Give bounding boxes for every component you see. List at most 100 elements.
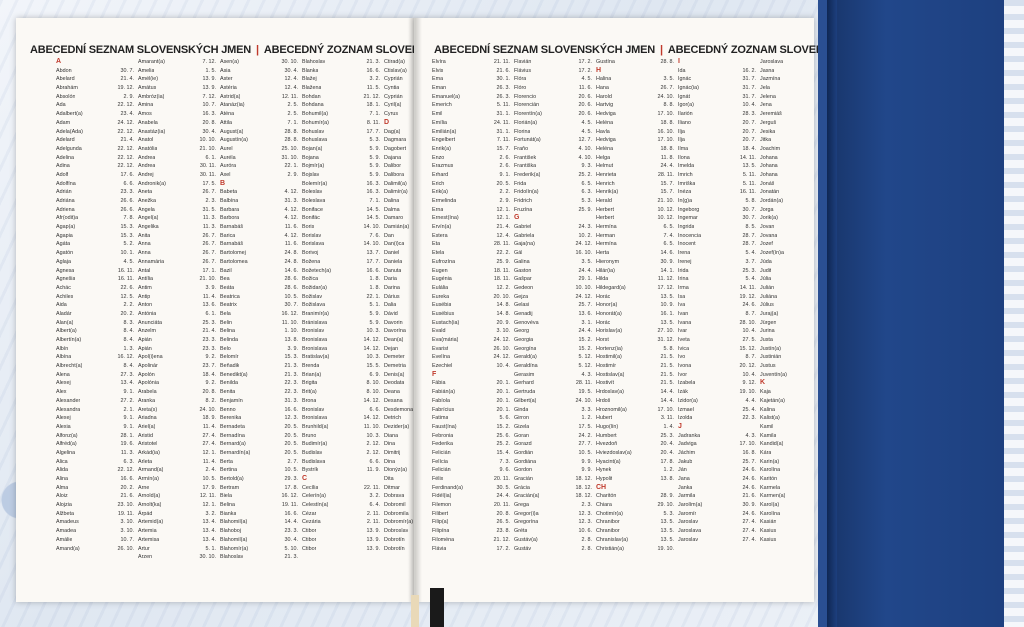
name-entry: Georgia 15. 2. (514, 336, 592, 345)
name-day-date: 20. 1. (496, 389, 511, 396)
name-entry: Alex 9. 1. (56, 388, 134, 397)
name-entry: Herbert 10. 12. (596, 214, 674, 223)
name-day-date: 14. 12. (363, 415, 381, 422)
name-entry: Frederik(a) 25. 2. (514, 171, 592, 180)
name-entry: Ida 16. 2. (678, 67, 756, 76)
name-day-date: 26. 7. (202, 258, 217, 265)
name-entry: Antal 17. 1. (138, 267, 216, 276)
name-day-date: 17. 10. (657, 406, 675, 413)
name-entry: Axel 2. 9. (220, 171, 298, 180)
name-entry: Boris 14. 10. (302, 223, 380, 232)
name-day-date: 14. 12. (363, 337, 381, 343)
name-entry: Hedviga 17. 10. (596, 110, 674, 119)
name-entry: Ivar 10. 4. (678, 327, 756, 336)
name-text: Bránislava (302, 319, 328, 326)
name-entry: Barnabáš 11. 6. (220, 223, 298, 232)
name-entry: Erazmus 2. 6. (432, 162, 510, 171)
name-text: Jurina (760, 328, 775, 335)
name-entry: Aglaja 4. 5. (56, 258, 134, 267)
name-entry: Jaromír 24. 6. (678, 510, 756, 519)
name-entry: Adela(Ada) 22. 12. (56, 128, 134, 137)
name-entry: Gaston 24. 4. (514, 267, 592, 276)
name-day-date: 8. 4. (123, 363, 135, 370)
name-day-date: 15. 7. (660, 180, 675, 187)
name-text: Galina (514, 258, 530, 265)
name-entry: Blažej 3. 2. (302, 75, 380, 84)
name-entry: Ambróz(ia) 7. 12. (138, 93, 216, 102)
name-day-date: 12. 11. (281, 93, 298, 100)
name-text: Celestín(a) (302, 502, 329, 509)
name-text: Brona (302, 397, 317, 404)
name-day-date: 6. 4. (369, 502, 381, 509)
name-column: Elvíra 21. 11. Elvis 21. 6. Ema 30. 1. Eman 26.… (432, 58, 510, 553)
name-text: Daria (384, 276, 397, 283)
name-entry: Ariel(a) 11. 4. (138, 423, 216, 432)
name-entry: Adriána 26. 6. (56, 197, 134, 206)
name-day-date: 11. 10. (363, 423, 380, 430)
name-text: Eugénia (432, 276, 452, 283)
name-day-date: 23. 3. (284, 528, 299, 535)
name-text: Alina (56, 476, 68, 482)
name-text: Agatón (56, 250, 74, 257)
name-text: Irenej (678, 258, 692, 265)
name-text: Iliano (678, 119, 691, 126)
name-entry: In(g)a 5. 8. (678, 197, 756, 206)
name-day-date: 22. 12. (117, 154, 135, 161)
name-entry: Hyacint(a) 17. 8. (596, 458, 674, 467)
name-text: Dimitrij (384, 449, 401, 456)
name-day-date: 11. 4. (202, 293, 216, 300)
name-entry: Belin 11. 10. (220, 319, 298, 328)
name-text: Božislava (302, 302, 326, 309)
name-day-date: 11. 4. (202, 423, 216, 430)
name-text: Karmela (760, 484, 781, 491)
name-entry: Jarolím(a) 30. 9. (678, 501, 756, 510)
name-text: Gordon (514, 467, 532, 474)
name-text: Hrdoš (596, 397, 611, 404)
name-entry: Gelasi 25. 7. (514, 301, 592, 310)
name-entry: Budislava 6. 6. (302, 458, 380, 467)
name-entry: Blahomil(a) 30. 4. (220, 536, 298, 545)
name-entry: Ema 30. 1. (432, 75, 510, 84)
name-day-date: 15. 3. (284, 354, 299, 361)
name-text: Aténa (220, 111, 235, 118)
name-text: Anna (138, 250, 151, 257)
name-entry: Budislav 2. 12. (302, 449, 380, 458)
name-text: Ivar (678, 328, 687, 335)
name-day-date: 10. 2. (578, 232, 593, 239)
name-text: Boris (302, 224, 315, 231)
name-text: Chranibor (596, 519, 620, 526)
name-entry: Bertold(a) 29. 3. (220, 475, 298, 484)
name-day-date: 19. 12. (739, 293, 757, 300)
name-entry: Belo 3. 9. (220, 345, 298, 354)
name-day-date: 17. 12. (657, 284, 675, 291)
name-text: Deana (384, 389, 400, 396)
name-text: Aurel (220, 145, 233, 152)
name-text: Apolón (138, 371, 155, 378)
name-day-date: 30. 4. (284, 67, 299, 74)
name-day-date: 20. 2. (120, 310, 135, 317)
name-text: Ivo (678, 354, 686, 361)
name-day-date: 8. 2. (205, 397, 217, 404)
name-entry: Apián 23. 3. (138, 345, 216, 354)
name-day-date: 20. 2. (120, 484, 135, 491)
name-day-date: 13. 6. (202, 302, 217, 309)
name-entry: Anna 26. 7. (138, 240, 216, 249)
name-entry: Bohdan 21. 12. (302, 93, 380, 102)
name-text: Beňadik (220, 363, 240, 370)
name-entry: Ilma 18. 4. (678, 145, 756, 154)
name-text: Emília (432, 119, 447, 126)
name-text: Heléna (596, 119, 614, 126)
name-day-date: 30. 4. (202, 128, 217, 135)
name-day-date: 20. 5. (284, 441, 299, 448)
name-text: Izidor(a) (678, 397, 698, 404)
name-entry: Adelina 22. 12. (56, 154, 134, 163)
name-entry: Anežka 2. 3. (138, 197, 216, 206)
name-entry: Fortunát(a) 12. 7. (514, 136, 592, 145)
name-day-date: 19. 12. (117, 85, 135, 92)
name-text: Izmael (678, 406, 694, 413)
name-day-date: 4. 10. (578, 145, 593, 152)
name-day-date: 30. 11. (199, 163, 216, 170)
name-day-date: 20. 1. (496, 380, 511, 387)
name-day-date: 2. 11. (366, 510, 380, 517)
name-day-date: 15. 12. (739, 345, 757, 352)
